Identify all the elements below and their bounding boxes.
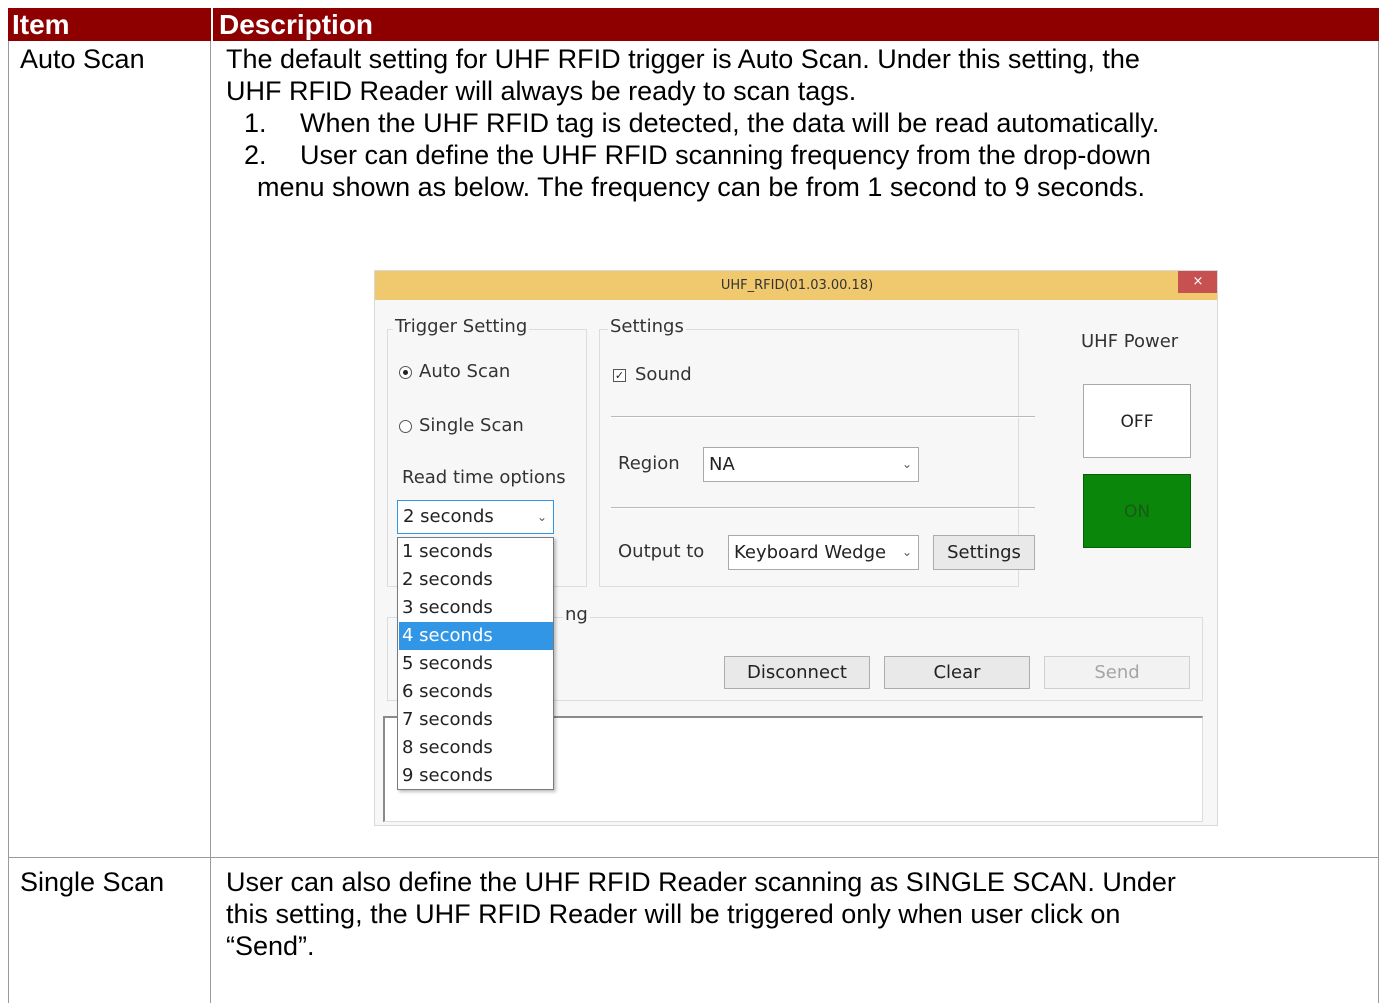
list-item-2-continuation: menu shown as below. The frequency can b… (257, 172, 1146, 202)
list-number-2: 2. (244, 140, 267, 170)
single-scan-label[interactable]: Single Scan (419, 415, 524, 436)
chevron-down-icon: ⌄ (901, 545, 912, 559)
region-label: Region (618, 453, 680, 474)
power-on-button[interactable]: ON (1083, 474, 1191, 548)
row-desc-line-2: UHF RFID Reader will always be ready to … (226, 76, 857, 106)
disconnect-button[interactable]: Disconnect (724, 656, 870, 689)
row-item-single-scan: Single Scan (20, 867, 165, 897)
sound-checkbox[interactable]: ✓ (613, 369, 626, 382)
output-to-select-value: Keyboard Wedge (734, 542, 887, 563)
dropdown-option[interactable]: 5 seconds (399, 650, 553, 678)
settings-separator-1 (611, 416, 1035, 418)
single-scan-desc-line-1: User can also define the UHF RFID Reader… (226, 867, 1176, 897)
table-border-left (8, 41, 9, 1003)
uhf-power-label: UHF Power (1081, 331, 1179, 352)
uhf-rfid-dialog-screenshot: UHF_RFID(01.03.00.18) × Trigger Setting … (374, 270, 1218, 826)
region-select[interactable]: NA ⌄ (703, 447, 919, 482)
table-column-divider (210, 41, 211, 1003)
table-row-divider (8, 857, 1379, 858)
dropdown-option[interactable]: 1 seconds (399, 538, 553, 566)
single-scan-desc-line-2: this setting, the UHF RFID Reader will b… (226, 899, 1121, 929)
clear-button[interactable]: Clear (884, 656, 1030, 689)
send-button[interactable]: Send (1044, 656, 1190, 689)
header-item: Item (12, 9, 70, 40)
table-border-right (1378, 41, 1379, 1003)
list-number-1: 1. (244, 108, 267, 138)
connection-group-label-partial: ng (563, 604, 590, 625)
feature-table: Item Description Auto Scan The default s… (0, 0, 1383, 1003)
single-scan-radio[interactable] (399, 420, 412, 433)
header-description: Description (211, 8, 1379, 41)
trigger-setting-label: Trigger Setting (393, 316, 530, 337)
auto-scan-radio[interactable] (399, 366, 412, 379)
read-time-select-value: 2 seconds (403, 506, 494, 527)
power-off-button[interactable]: OFF (1083, 384, 1191, 458)
dropdown-option[interactable]: 6 seconds (399, 678, 553, 706)
list-item-1: When the UHF RFID tag is detected, the d… (300, 108, 1160, 138)
dropdown-option[interactable]: 8 seconds (399, 734, 553, 762)
chevron-down-icon: ⌄ (901, 457, 912, 471)
single-scan-desc-line-3: “Send”. (226, 931, 315, 961)
row-desc-line-1: The default setting for UHF RFID trigger… (226, 44, 1140, 74)
read-time-options-label: Read time options (402, 467, 566, 488)
close-icon[interactable]: × (1178, 271, 1217, 293)
table-header-row: Item Description (8, 8, 1379, 41)
chevron-down-icon: ⌄ (536, 510, 547, 524)
output-settings-button[interactable]: Settings (933, 535, 1035, 570)
output-to-select[interactable]: Keyboard Wedge ⌄ (728, 535, 919, 570)
dialog-title-bar: UHF_RFID(01.03.00.18) × (375, 271, 1217, 300)
sound-label[interactable]: Sound (635, 364, 692, 385)
dropdown-option-highlighted[interactable]: 4 seconds (399, 622, 553, 650)
settings-separator-2 (611, 507, 1035, 509)
settings-label: Settings (608, 316, 686, 337)
dialog-title: UHF_RFID(01.03.00.18) (720, 278, 874, 293)
dropdown-option[interactable]: 9 seconds (399, 762, 553, 790)
output-to-label: Output to (618, 541, 705, 562)
dropdown-option[interactable]: 2 seconds (399, 566, 553, 594)
dropdown-option[interactable]: 7 seconds (399, 706, 553, 734)
row-item-auto-scan: Auto Scan (20, 44, 145, 74)
read-time-select[interactable]: 2 seconds ⌄ (397, 500, 554, 534)
dropdown-option[interactable]: 3 seconds (399, 594, 553, 622)
list-item-2: User can define the UHF RFID scanning fr… (300, 140, 1151, 170)
region-select-value: NA (709, 454, 735, 475)
read-time-dropdown-list[interactable]: 1 seconds 2 seconds 3 seconds 4 seconds … (397, 537, 554, 790)
auto-scan-label[interactable]: Auto Scan (419, 361, 510, 382)
